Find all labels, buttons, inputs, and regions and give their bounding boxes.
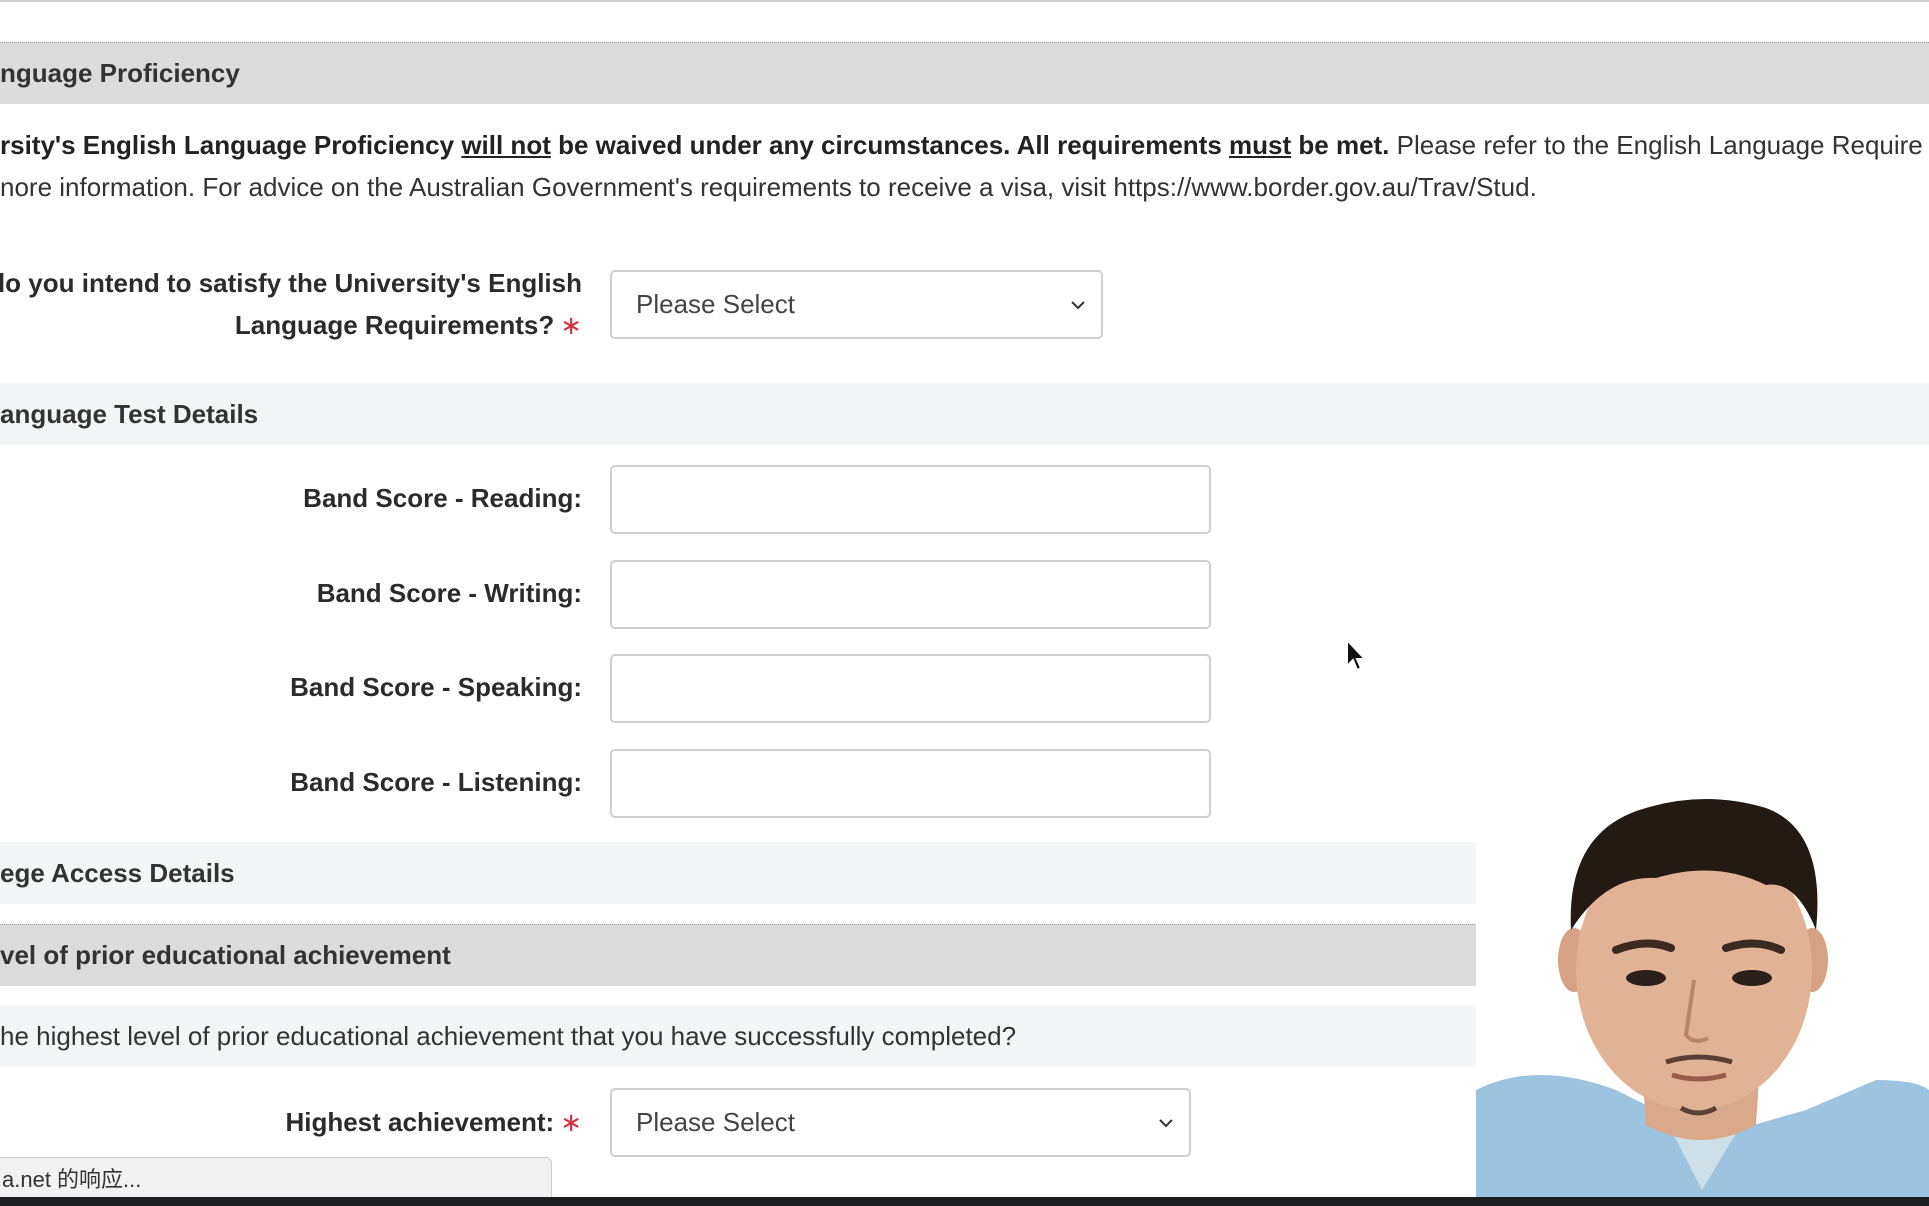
- band-score-listening-input[interactable]: [610, 749, 1211, 818]
- status-bar-text: a.net 的响应...: [2, 1166, 142, 1192]
- english-requirement-select-value: Please Select: [636, 289, 795, 319]
- section-header-language-test: anguage Test Details: [0, 383, 1929, 445]
- section-title: vel of prior educational achievement: [0, 940, 451, 970]
- top-divider: [0, 0, 1929, 2]
- prior-education-question-text: he highest level of prior educational ac…: [0, 1020, 1017, 1051]
- required-asterisk: ∗: [560, 1107, 582, 1137]
- highest-achievement-label-text: Highest achievement:: [285, 1107, 555, 1137]
- proficiency-notice-line-2: nore information. For advice on the Aust…: [0, 172, 1537, 202]
- section-title: nguage Proficiency: [0, 58, 240, 88]
- mouse-cursor-icon: [1346, 638, 1368, 672]
- band-score-reading-label: Band Score - Reading:: [303, 483, 582, 513]
- required-asterisk: ∗: [560, 310, 582, 340]
- english-requirement-select[interactable]: Please Select: [610, 270, 1103, 339]
- section-title: anguage Test Details: [0, 398, 259, 429]
- section-header-english-proficiency: nguage Proficiency: [0, 42, 1929, 104]
- highest-achievement-select[interactable]: Please Select: [610, 1088, 1191, 1157]
- band-score-speaking-input[interactable]: [610, 654, 1211, 723]
- highest-achievement-label: Highest achievement: ∗: [285, 1101, 582, 1143]
- browser-status-bar: a.net 的响应...: [0, 1157, 552, 1197]
- english-requirement-label-line-1: do you intend to satisfy the University'…: [0, 268, 582, 298]
- highest-achievement-select-value: Please Select: [636, 1107, 795, 1137]
- band-score-reading-input[interactable]: [610, 465, 1211, 534]
- notice-text: Please refer to the English Language Req…: [1389, 130, 1923, 160]
- band-score-writing-input[interactable]: [610, 560, 1211, 629]
- band-score-writing-label: Band Score - Writing:: [316, 578, 582, 608]
- notice-underline-will-not: will not: [461, 130, 551, 160]
- english-requirement-label-line-2: Language Requirements?: [234, 310, 555, 340]
- notice-bold-text: be waived under any circumstances. All r…: [550, 130, 1230, 160]
- webcam-overlay: [1476, 790, 1929, 1197]
- notice-bold-text: be met.: [1291, 130, 1390, 160]
- notice-underline-must: must: [1229, 130, 1292, 160]
- bottom-edge-bar: [0, 1197, 1929, 1206]
- chevron-down-icon: [1159, 1118, 1173, 1127]
- chevron-down-icon: [1071, 300, 1085, 309]
- presenter-video-image: [1476, 790, 1929, 1197]
- proficiency-notice-line-1: rsity's English Language Proficiency wil…: [0, 124, 1929, 166]
- notice-bold-text: rsity's English Language Proficiency: [0, 130, 462, 160]
- band-score-speaking-label: Band Score - Speaking:: [290, 672, 582, 702]
- band-score-listening-label: Band Score - Listening:: [290, 767, 582, 797]
- english-requirement-label: do you intend to satisfy the University'…: [0, 262, 582, 346]
- section-title: ege Access Details: [0, 857, 235, 888]
